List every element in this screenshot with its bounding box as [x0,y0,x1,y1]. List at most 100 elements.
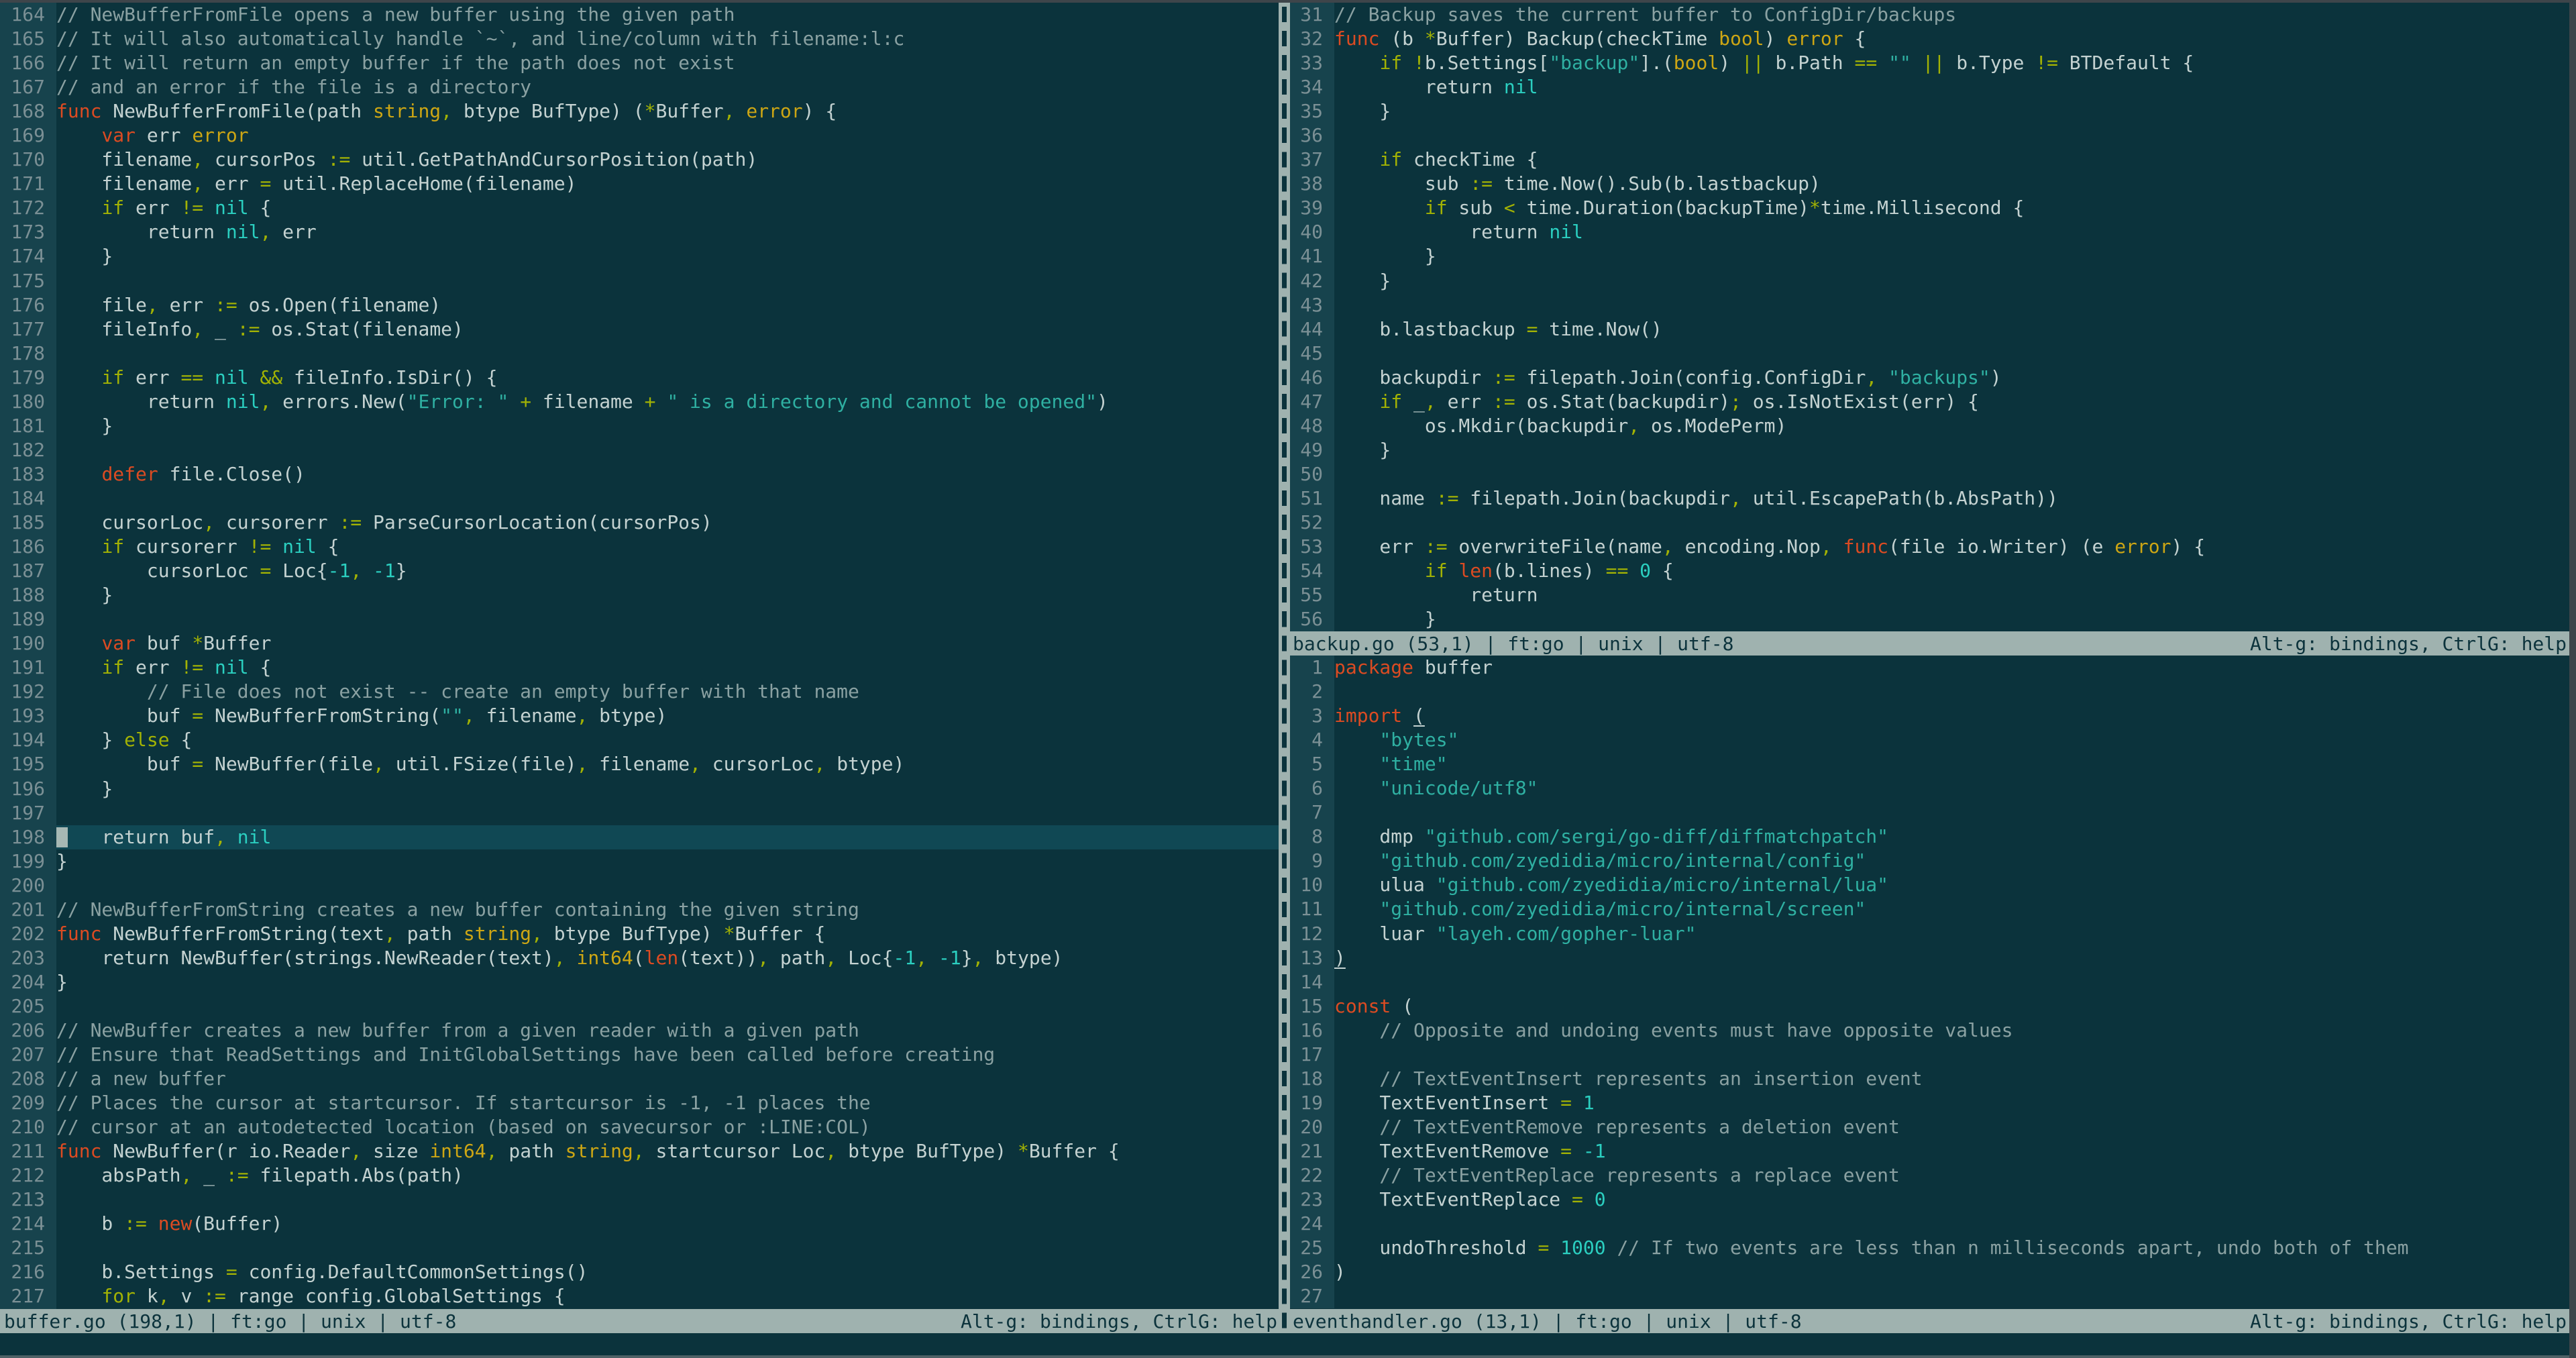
code-line[interactable]: 25 undoThreshold = 1000 // If two events… [1290,1236,2576,1261]
code-line[interactable]: 203 return NewBuffer(strings.NewReader(t… [0,945,1279,970]
code-line[interactable]: 168 func NewBufferFromFile(path string, b… [0,99,1279,124]
code-line[interactable]: 54 if len(b.lines) == 0 { [1290,559,2576,584]
code-line[interactable]: 212 absPath, _ := filepath.Abs(path) [0,1163,1279,1188]
code-line[interactable]: 170 filename, cursorPos := util.GetPathA… [0,148,1279,172]
code-line[interactable]: 175 [0,268,1279,293]
code-line[interactable]: 165// It will also automatically handle … [0,27,1279,52]
code-line[interactable]: 186 if cursorerr != nil { [0,535,1279,560]
code-line[interactable]: 173 return nil, err [0,220,1279,245]
code-line[interactable]: 5 "time" [1290,752,2576,777]
code-line[interactable]: 24 [1290,1212,2576,1237]
code-line[interactable]: 46 backupdir := filepath.Join(config.Con… [1290,365,2576,390]
command-message-line[interactable] [0,1333,2576,1355]
code-line[interactable]: 193 buf = NewBufferFromString("", filena… [0,704,1279,729]
code-line[interactable]: 41 } [1290,244,2576,269]
code-line[interactable]: 213 [0,1188,1279,1212]
code-line[interactable]: 16 // Opposite and undoing events must h… [1290,1018,2576,1043]
code-line[interactable]: 177 fileInfo, _ := os.Stat(filename) [0,317,1279,342]
code-line[interactable]: 180 return nil, errors.New("Error: " + f… [0,389,1279,414]
code-line[interactable]: 171 filename, err = util.ReplaceHome(fil… [0,172,1279,197]
code-line[interactable]: 31// Backup saves the current buffer to … [1290,3,2576,28]
code-line[interactable]: 48 os.Mkdir(backupdir, os.ModePerm) [1290,413,2576,438]
code-line[interactable]: 26) [1290,1260,2576,1285]
code-line[interactable]: 36 [1290,123,2576,148]
code-line[interactable]: 172 if err != nil { [0,196,1279,221]
code-line[interactable]: 205 [0,994,1279,1018]
code-line[interactable]: 15 const ( [1290,994,2576,1018]
code-line[interactable]: 39 if sub < time.Duration(backupTime)*ti… [1290,196,2576,221]
code-line[interactable]: 164// NewBufferFromFile opens a new buff… [0,3,1279,28]
code-line[interactable]: 214 b := new(Buffer) [0,1212,1279,1237]
code-line[interactable]: 44 b.lastbackup = time.Now() [1290,317,2576,342]
code-line[interactable]: 204} [0,970,1279,994]
code-line[interactable]: 176 file, err := os.Open(filename) [0,293,1279,317]
code-line[interactable]: 192 // File does not exist -- create an … [0,680,1279,704]
code-line[interactable]: 194 } else { [0,728,1279,753]
code-line[interactable]: 195 buf = NewBuffer(file, util.FSize(fil… [0,752,1279,777]
code-line[interactable]: 51 name := filepath.Join(backupdir, util… [1290,486,2576,511]
code-line[interactable]: 43 [1290,293,2576,317]
code-line[interactable]: 198 return buf, nil [0,825,1279,849]
code-line[interactable]: 199} [0,849,1279,874]
code-line[interactable]: 183 defer file.Close() [0,462,1279,486]
code-line[interactable]: 166// It will return an empty buffer if … [0,51,1279,76]
code-line[interactable]: 33 if !b.Settings["backup"].(bool) || b.… [1290,51,2576,76]
code-line[interactable]: 196 } [0,776,1279,801]
code-line[interactable]: 10 ulua "github.com/zyedidia/micro/inter… [1290,873,2576,898]
code-line[interactable]: 202 func NewBufferFromString(text, path s… [0,921,1279,946]
code-line[interactable]: 20 // TextEventRemove represents a delet… [1290,1114,2576,1139]
code-line[interactable]: 14 [1290,970,2576,994]
code-line[interactable]: 11 "github.com/zyedidia/micro/internal/s… [1290,897,2576,922]
code-line[interactable]: 208// a new buffer [0,1067,1279,1092]
code-line[interactable]: 49 } [1290,437,2576,462]
code-line[interactable]: 188 } [0,583,1279,608]
code-line[interactable]: 181 } [0,413,1279,438]
code-line[interactable]: 19 TextEventInsert = 1 [1290,1090,2576,1115]
code-line[interactable]: 207// Ensure that ReadSettings and InitG… [0,1043,1279,1067]
code-line[interactable]: 215 [0,1236,1279,1261]
code-line[interactable]: 47 if _, err := os.Stat(backupdir); os.I… [1290,389,2576,414]
code-line[interactable]: 21 TextEventRemove = -1 [1290,1139,2576,1163]
code-line[interactable]: 201// NewBufferFromString creates a new … [0,897,1279,922]
code-line[interactable]: 35 } [1290,99,2576,124]
code-line[interactable]: 191 if err != nil { [0,656,1279,680]
code-line[interactable]: 40 return nil [1290,220,2576,245]
code-line[interactable]: 185 cursorLoc, cursorerr := ParseCursorL… [0,510,1279,535]
code-line[interactable]: 8 dmp "github.com/sergi/go-diff/diffmatc… [1290,825,2576,849]
code-line[interactable]: 9 "github.com/zyedidia/micro/internal/co… [1290,849,2576,874]
code-line[interactable]: 167// and an error if the file is a dire… [0,75,1279,100]
code-line[interactable]: 2 [1290,680,2576,704]
code-line[interactable]: 50 [1290,462,2576,486]
code-line[interactable]: 179 if err == nil && fileInfo.IsDir() { [0,365,1279,390]
code-line[interactable]: 190 var buf *Buffer [0,631,1279,656]
code-line[interactable]: 187 cursorLoc = Loc{-1, -1} [0,559,1279,584]
code-line[interactable]: 27 [1290,1284,2576,1309]
code-line[interactable]: 211 func NewBuffer(r io.Reader, size int6… [0,1139,1279,1164]
code-line[interactable]: 178 [0,341,1279,366]
code-line[interactable]: 42 } [1290,268,2576,293]
code-line[interactable]: 1 package buffer [1290,656,2576,680]
statusbar-backup-go[interactable]: backup.go (53,1) | ft:go | unix | utf-8 … [1290,631,2576,656]
code-line[interactable]: 197 [0,800,1279,825]
code-line[interactable]: 206// NewBuffer creates a new buffer fro… [0,1018,1279,1043]
code-line[interactable]: 4 "bytes" [1290,728,2576,753]
code-line[interactable]: 217 for k, v := range config.GlobalSetti… [0,1284,1279,1309]
code-line[interactable]: 216 b.Settings = config.DefaultCommonSet… [0,1260,1279,1285]
code-line[interactable]: 38 sub := time.Now().Sub(b.lastbackup) [1290,172,2576,197]
code-line[interactable]: 52 [1290,510,2576,535]
code-line[interactable]: 200 [0,873,1279,898]
code-line[interactable]: 184 [0,486,1279,511]
code-line[interactable]: 210// cursor at an autodetected location… [0,1115,1279,1140]
code-line[interactable]: 55 return [1290,583,2576,608]
code-line[interactable]: 174 } [0,244,1279,269]
code-line[interactable]: 18 // TextEventInsert represents an inse… [1290,1066,2576,1091]
code-line[interactable]: 169 var err error [0,123,1279,148]
code-line[interactable]: 56 } [1290,607,2576,632]
code-line[interactable]: 53 err := overwriteFile(name, encoding.N… [1290,535,2576,560]
code-line[interactable]: 23 TextEventReplace = 0 [1290,1188,2576,1212]
code-line[interactable]: 22 // TextEventReplace represents a repl… [1290,1163,2576,1188]
code-line[interactable]: 17 [1290,1042,2576,1067]
statusbar-buffer-go[interactable]: buffer.go (198,1) | ft:go | unix | utf-8… [0,1309,1279,1333]
code-line[interactable]: 7 [1290,800,2576,825]
code-line[interactable]: 209// Places the cursor at startcursor. … [0,1091,1279,1116]
